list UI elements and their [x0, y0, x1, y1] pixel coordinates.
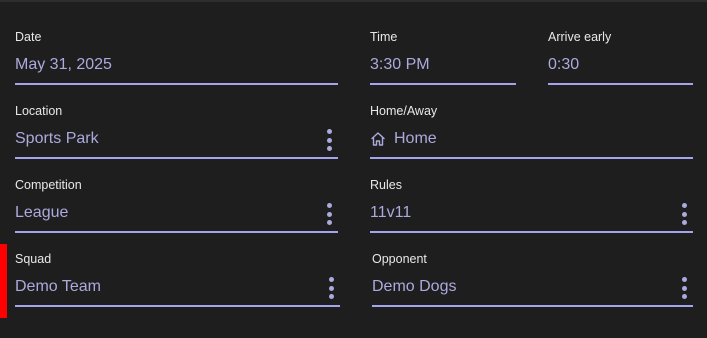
opponent-underline — [372, 305, 693, 307]
home-away-value: Home — [394, 130, 437, 147]
opponent-more-options-icon[interactable] — [681, 277, 687, 299]
arrive-early-label: Arrive early — [548, 30, 612, 44]
home-away-field[interactable]: Home/Away Home — [370, 74, 693, 159]
time-field[interactable]: Time 3:30 PM — [370, 0, 516, 85]
date-field[interactable]: Date May 31, 2025 — [15, 0, 338, 85]
rules-label: Rules — [370, 178, 402, 192]
opponent-value[interactable]: Demo Dogs — [372, 278, 456, 296]
squad-more-options-icon[interactable] — [328, 277, 334, 299]
time-value[interactable]: 3:30 PM — [370, 56, 430, 74]
time-label: Time — [370, 30, 398, 44]
opponent-label: Opponent — [372, 252, 427, 266]
location-label: Location — [15, 104, 63, 118]
squad-underline — [15, 305, 340, 307]
arrive-early-field[interactable]: Arrive early 0:30 — [548, 0, 693, 85]
date-value[interactable]: May 31, 2025 — [15, 56, 112, 74]
competition-value[interactable]: League — [15, 204, 68, 222]
rules-field[interactable]: Rules 11v11 — [370, 148, 693, 233]
competition-field[interactable]: Competition League — [15, 148, 338, 233]
home-icon — [371, 132, 385, 146]
rules-value[interactable]: 11v11 — [370, 204, 411, 222]
squad-error-indicator — [0, 244, 7, 318]
home-away-value-wrap[interactable]: Home — [370, 130, 437, 148]
squad-label: Squad — [15, 252, 52, 266]
squad-value[interactable]: Demo Team — [15, 278, 101, 296]
arrive-early-value[interactable]: 0:30 — [548, 56, 579, 74]
opponent-field[interactable]: Opponent Demo Dogs — [372, 222, 693, 307]
competition-label: Competition — [15, 178, 82, 192]
date-label: Date — [15, 30, 42, 44]
location-field[interactable]: Location Sports Park — [15, 74, 338, 159]
location-value[interactable]: Sports Park — [15, 130, 99, 148]
home-away-label: Home/Away — [370, 104, 438, 118]
squad-field[interactable]: Squad Demo Team — [15, 222, 340, 307]
